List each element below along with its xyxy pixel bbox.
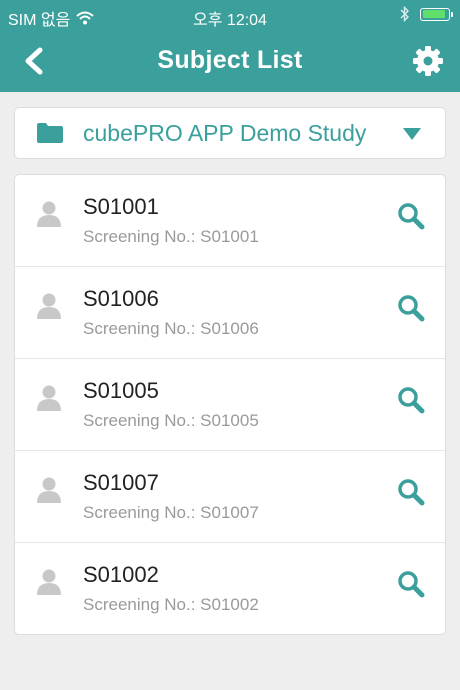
navigation-bar: Subject List bbox=[0, 30, 460, 92]
folder-icon bbox=[37, 123, 63, 143]
subject-id: S01007 bbox=[83, 470, 159, 495]
subject-row[interactable]: S01001 Screening No.: S01001 bbox=[15, 175, 445, 267]
status-right bbox=[400, 6, 453, 22]
person-icon bbox=[37, 569, 61, 595]
battery-icon bbox=[420, 7, 453, 21]
subject-id: S01006 bbox=[83, 286, 159, 311]
bluetooth-icon bbox=[400, 6, 409, 22]
battery-level bbox=[422, 10, 446, 18]
person-icon bbox=[37, 477, 61, 503]
person-icon bbox=[37, 201, 61, 227]
subject-id: S01005 bbox=[83, 378, 159, 403]
study-name: cubePRO APP Demo Study bbox=[83, 120, 367, 146]
subject-row[interactable]: S01007 Screening No.: S01007 bbox=[15, 451, 445, 543]
subject-list: S01001 Screening No.: S01001 S01006 Screeni… bbox=[14, 174, 446, 635]
subject-row[interactable]: S01002 Screening No.: S01002 bbox=[15, 543, 445, 634]
gear-icon[interactable] bbox=[412, 45, 444, 77]
search-icon[interactable] bbox=[397, 570, 425, 598]
status-bar: SIM 없음 오후 12:04 bbox=[0, 0, 460, 30]
study-dropdown[interactable]: cubePRO APP Demo Study bbox=[14, 107, 446, 159]
screening-number: Screening No.: S01001 bbox=[83, 227, 259, 246]
subject-row[interactable]: S01005 Screening No.: S01005 bbox=[15, 359, 445, 451]
person-icon bbox=[37, 385, 61, 411]
screening-number: Screening No.: S01002 bbox=[83, 595, 259, 614]
search-icon[interactable] bbox=[397, 478, 425, 506]
search-icon[interactable] bbox=[397, 294, 425, 322]
subject-row[interactable]: S01006 Screening No.: S01006 bbox=[15, 267, 445, 359]
screening-number: Screening No.: S01007 bbox=[83, 503, 259, 522]
subject-id: S01002 bbox=[83, 562, 159, 587]
search-icon[interactable] bbox=[397, 386, 425, 414]
page-title: Subject List bbox=[157, 46, 303, 74]
status-time: 오후 12:04 bbox=[193, 12, 267, 29]
caret-down-icon bbox=[403, 128, 421, 140]
person-icon bbox=[37, 293, 61, 319]
screening-number: Screening No.: S01005 bbox=[83, 411, 259, 430]
screening-number: Screening No.: S01006 bbox=[83, 319, 259, 338]
search-icon[interactable] bbox=[397, 202, 425, 230]
subject-id: S01001 bbox=[83, 194, 159, 219]
